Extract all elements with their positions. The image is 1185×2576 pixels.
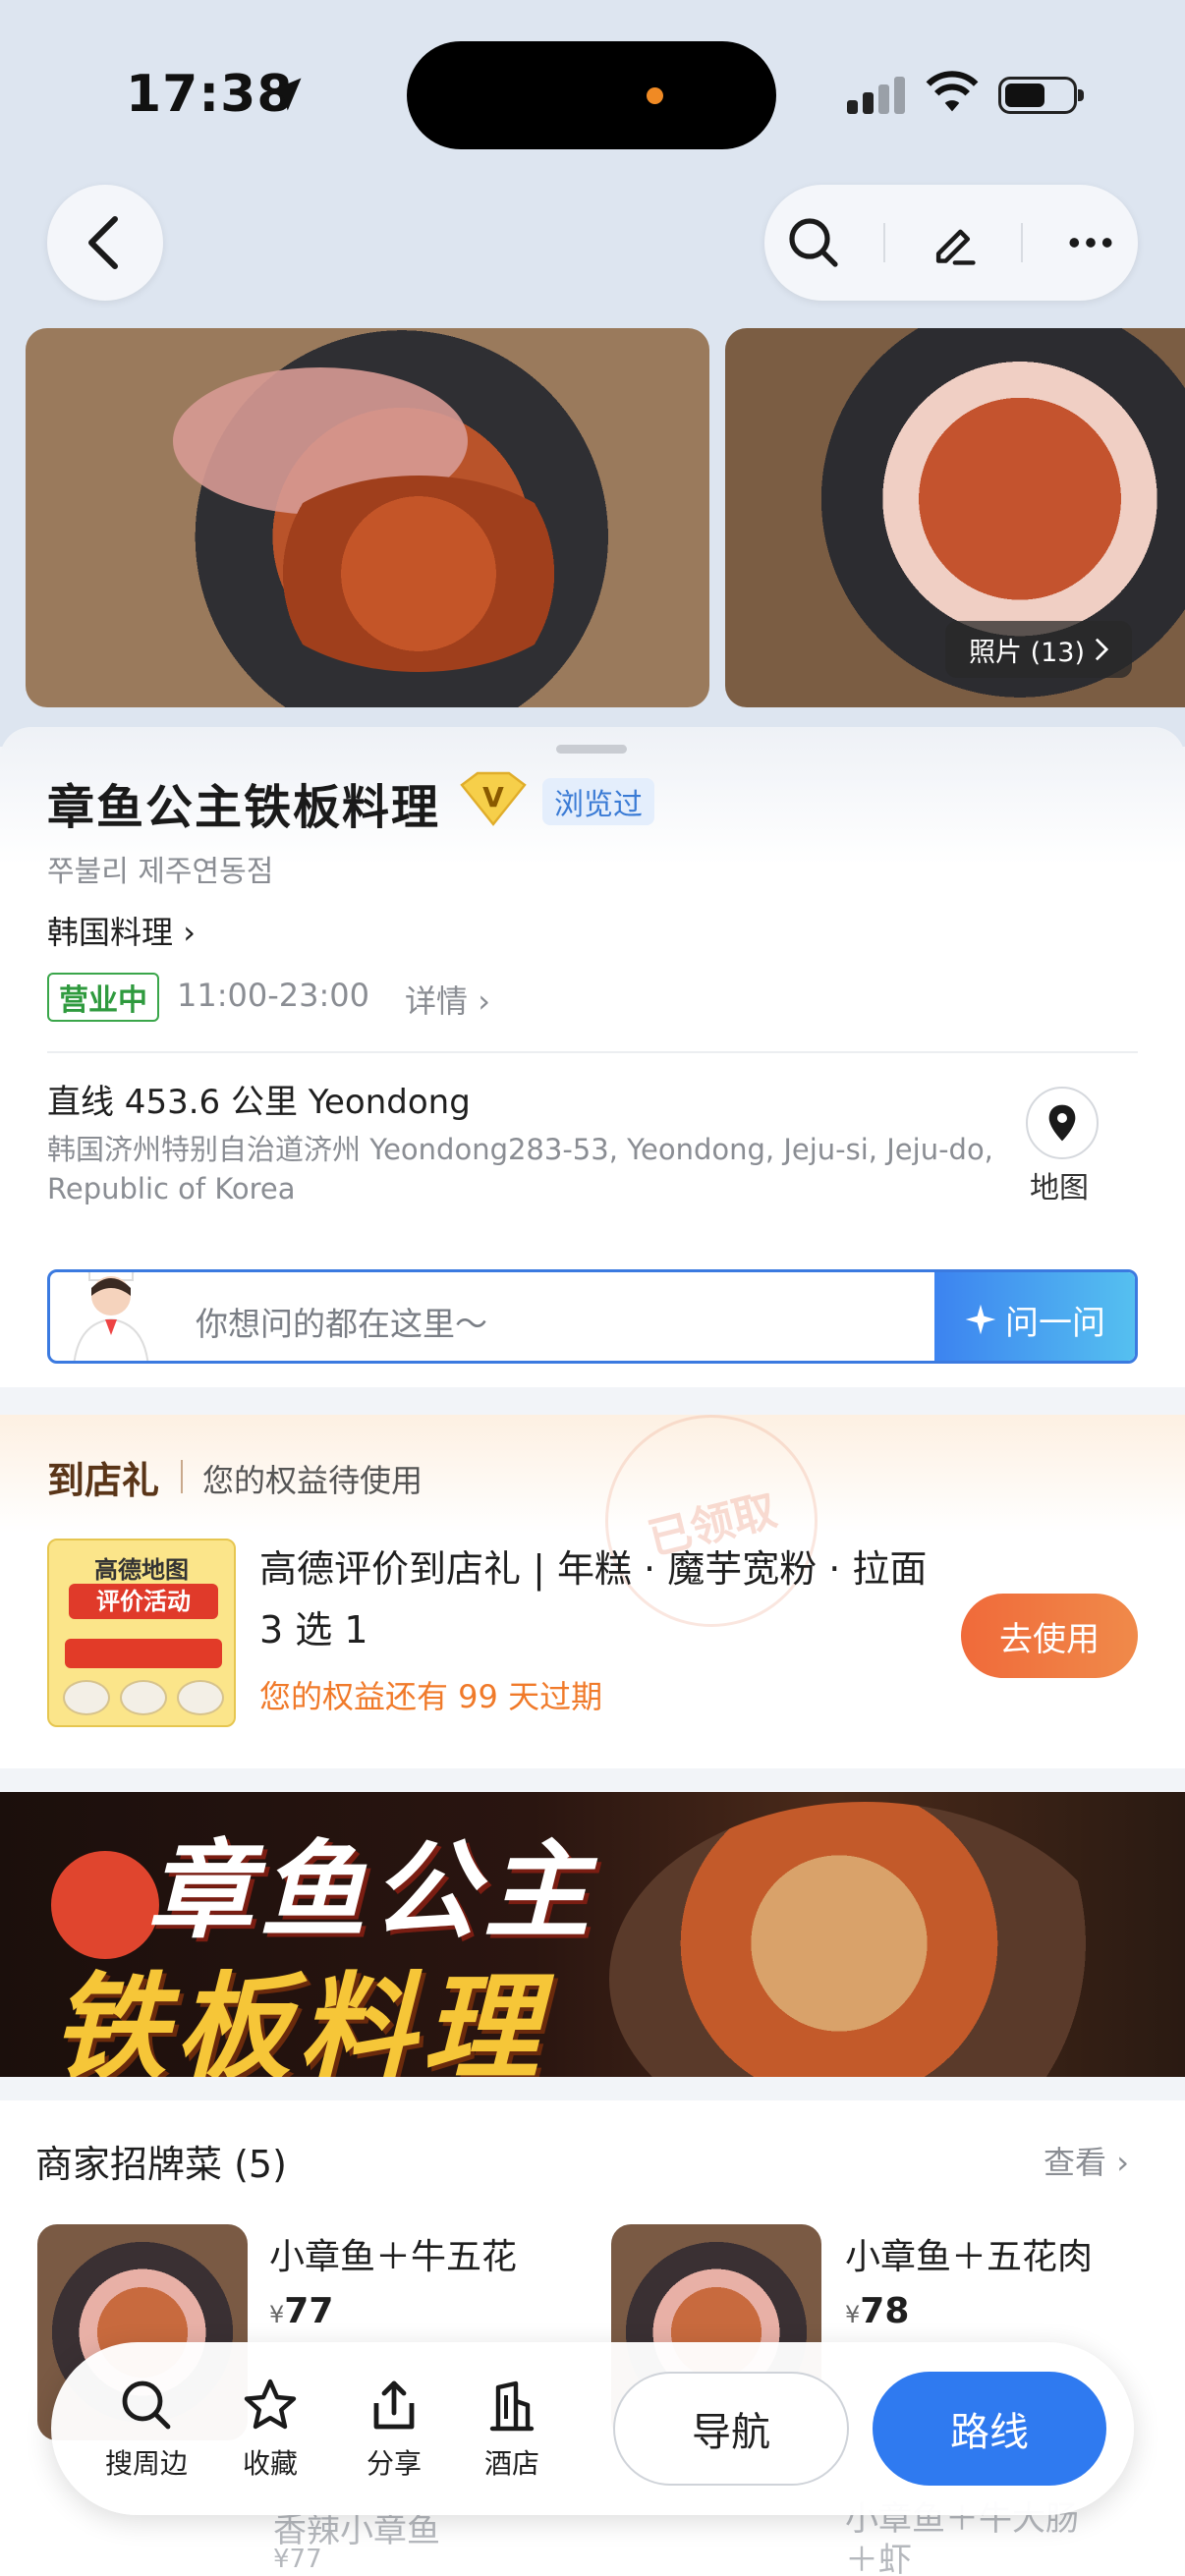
category-link[interactable]: 韩国料理 ›: [47, 908, 196, 953]
location-arrow-icon: [268, 78, 302, 111]
star-icon: [244, 2379, 297, 2430]
open-status-badge: 营业中: [47, 973, 159, 1022]
divider: [181, 1460, 183, 1493]
wifi-icon: [926, 71, 979, 112]
toolbar-divider: [1021, 223, 1024, 262]
coupon-image-tag: 评价活动: [69, 1584, 218, 1619]
browsed-tag: 浏览过: [542, 778, 654, 825]
coupon-expire-text: 您的权益还有 99 天过期: [259, 1678, 603, 1715]
promo-banner[interactable]: 章鱼公主 铁板料理: [0, 1792, 1185, 2077]
banner-line2: 铁板料理: [51, 1960, 547, 2077]
dishes-more-link[interactable]: 查看 ›: [1044, 2138, 1129, 2183]
dish-price-value: 78: [860, 2291, 910, 2331]
search-icon[interactable]: [786, 215, 841, 270]
chevron-left-icon: [88, 216, 118, 269]
more-icon[interactable]: [1065, 233, 1116, 252]
photo-count-badge[interactable]: 照片 (13): [945, 621, 1133, 678]
hours-details-link[interactable]: 详情 ›: [405, 977, 490, 1022]
search-icon: [122, 2380, 171, 2430]
divider: [47, 1051, 1138, 1053]
coupon-brand: 到店礼: [47, 1459, 160, 1502]
distance-text: 直线 453.6 公里 Yeondong: [47, 1083, 471, 1122]
place-local-name: 쭈불리 제주연동점: [47, 855, 274, 889]
verified-v-icon: V: [460, 771, 527, 826]
category-label: 韩国料理: [47, 914, 174, 951]
chevron-right-icon: [1095, 638, 1109, 661]
photo-octopus: [252, 476, 586, 672]
map-button[interactable]: [1026, 1087, 1099, 1159]
coupon-subtitle: 您的权益待使用: [202, 1462, 423, 1499]
route-button[interactable]: 路线: [873, 2372, 1106, 2486]
place-info-card: 章鱼公主铁板料理 V 浏览过 쭈불리 제주연동점 韩国料理 › 营业中 11:0…: [0, 727, 1185, 1387]
chevron-right-icon: ›: [478, 982, 490, 1020]
favorite-label: 收藏: [242, 2447, 298, 2480]
address-text[interactable]: 韩国济州特别自治道济州 Yeondong283-53, Yeondong, Je…: [47, 1130, 1010, 1208]
dish-price-partial: ¥77: [273, 2545, 322, 2574]
opening-hours: 11:00-23:00: [177, 977, 369, 1014]
place-name: 章鱼公主铁板料理: [47, 780, 441, 835]
coupon-title[interactable]: 高德评价到店礼 | 年糕 · 魔芋宽粉 · 拉面 3 选 1: [259, 1539, 947, 1660]
dish-price: ¥77: [269, 2291, 333, 2331]
hotel-label: 酒店: [483, 2447, 539, 2480]
dish-name[interactable]: 小章鱼＋五花肉: [845, 2228, 1093, 2279]
currency-symbol: ¥: [845, 2301, 861, 2328]
ask-placeholder[interactable]: 你想问的都在这里～: [196, 1298, 487, 1345]
dish-price-value: 77: [284, 2291, 334, 2331]
currency-symbol: ¥: [269, 2301, 285, 2328]
dishes-title: 商家招牌菜 (5): [35, 2143, 287, 2186]
more-label: 查看: [1044, 2144, 1107, 2181]
edit-icon[interactable]: [928, 217, 979, 268]
dish-name-partial: ＋虾: [845, 2541, 912, 2576]
chef-avatar: [73, 1272, 149, 1361]
search-nearby-button[interactable]: 搜周边: [92, 2378, 200, 2482]
svg-text:V: V: [482, 781, 504, 813]
recording-dot-icon: [647, 87, 663, 104]
share-button[interactable]: 分享: [340, 2378, 448, 2482]
hotel-icon: [489, 2380, 535, 2432]
bottom-action-bar: 搜周边 收藏 分享 酒店 导航 路线: [51, 2342, 1134, 2515]
location-pin-icon: [1048, 1104, 1076, 1142]
coupon-image[interactable]: 高德地图 评价活动: [47, 1539, 236, 1727]
status-bar: 17:38: [0, 0, 1185, 187]
dish-name[interactable]: 小章鱼＋牛五花: [269, 2228, 517, 2279]
map-label[interactable]: 地图: [1030, 1163, 1089, 1206]
signal-icon: [847, 77, 910, 114]
navigate-button[interactable]: 导航: [613, 2372, 849, 2486]
coupon-image-bowls: [63, 1680, 224, 1715]
chevron-right-icon: ›: [183, 914, 196, 951]
sparkle-icon: [965, 1304, 996, 1335]
coupon-section: 到店礼 您的权益待使用 已领取 高德地图 评价活动 高德评价到店礼 | 年糕 ·…: [0, 1392, 1185, 1768]
coupon-image-banner: [65, 1639, 222, 1668]
toolbar-divider: [882, 223, 885, 262]
banner-food-image: [609, 1802, 1120, 2077]
top-toolbar: [764, 185, 1138, 301]
battery-icon: [998, 77, 1084, 114]
use-coupon-button[interactable]: 去使用: [961, 1594, 1138, 1678]
restaurant-photo[interactable]: [26, 328, 709, 707]
share-icon: [373, 2380, 415, 2430]
ask-button-label: 问一问: [1005, 1303, 1105, 1343]
drag-handle[interactable]: [556, 745, 627, 754]
details-label: 详情: [405, 982, 469, 1020]
dish-price: ¥78: [845, 2291, 909, 2331]
favorite-button[interactable]: 收藏: [216, 2378, 324, 2482]
photo-count-label: 照片 (13): [969, 637, 1086, 668]
ask-box[interactable]: 你想问的都在这里～ 问一问: [47, 1269, 1138, 1364]
search-nearby-label: 搜周边: [104, 2447, 188, 2480]
share-label: 分享: [366, 2447, 422, 2480]
back-button[interactable]: [47, 185, 163, 301]
ask-button[interactable]: 问一问: [934, 1272, 1135, 1361]
coupon-image-title: 高德地图: [94, 1556, 189, 1584]
dynamic-island: [407, 41, 776, 149]
chevron-right-icon: ›: [1116, 2144, 1129, 2181]
hotel-button[interactable]: 酒店: [458, 2378, 566, 2482]
